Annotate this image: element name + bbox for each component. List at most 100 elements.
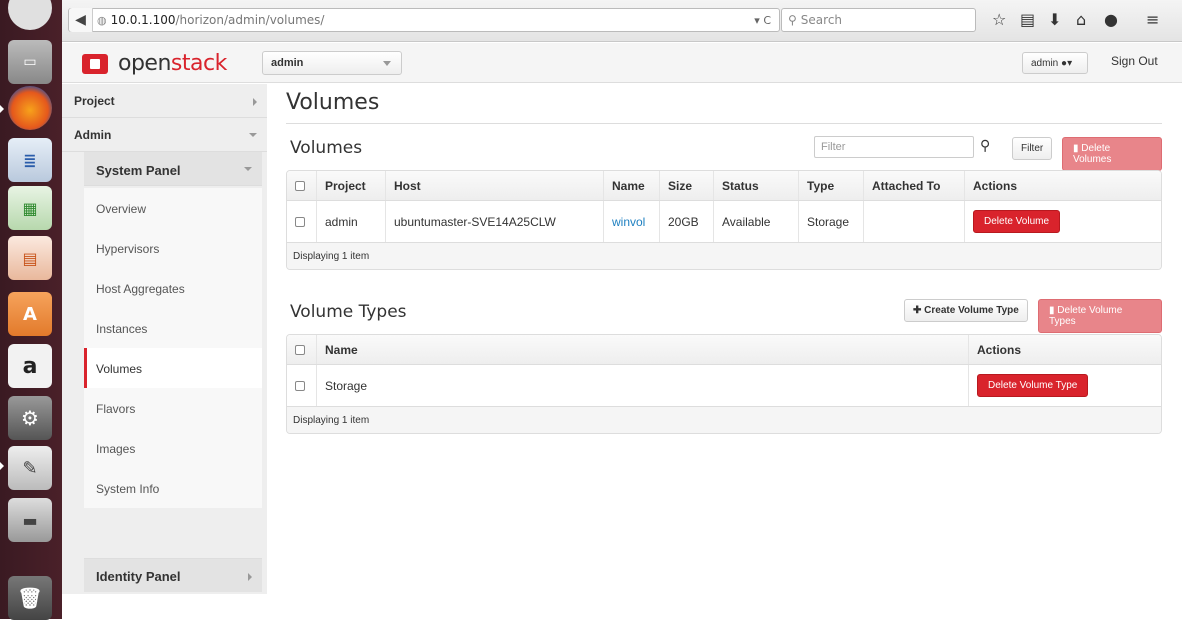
sidebar-item-images[interactable]: Images [84,428,262,468]
sidebar-item-system-info[interactable]: System Info [84,468,262,508]
bookmark-star-icon[interactable]: ☆ [992,10,1006,29]
back-icon[interactable]: ◀ [69,8,93,32]
sign-out-link[interactable]: Sign Out [1111,54,1158,68]
chevron-down-icon [244,167,252,171]
reload-icon[interactable]: ▾ C [754,14,771,27]
home-icon[interactable]: ⌂ [1076,10,1086,29]
dash-home-icon[interactable] [8,0,52,30]
writer-icon[interactable]: ≣ [8,138,52,182]
project-dropdown[interactable]: admin [262,51,402,75]
app-indicator [0,462,4,470]
sidebar-item-host-aggregates[interactable]: Host Aggregates [84,268,262,308]
col-size[interactable]: Size [660,171,714,200]
globe-icon: ◍ [97,13,107,27]
plus-icon: ✚ [913,305,925,316]
filter-button[interactable]: Filter [1012,137,1053,160]
chevron-down-icon [249,133,257,137]
select-all-checkbox[interactable] [295,344,305,355]
sidebar-item-hypervisors[interactable]: Hypervisors [84,228,262,268]
cell-status: Available [714,201,799,242]
table-header: Name Actions [287,335,1161,365]
table-row: Storage Delete Volume Type [287,365,1161,407]
cell-host: ubuntumaster-SVE14A25CLW [386,201,604,242]
url-host: 10.0.1.100 [110,13,176,27]
page-title: Volumes [286,84,1162,124]
create-volume-type-button[interactable]: ✚ Create Volume Type [904,299,1028,322]
search-icon: ⚲ [788,13,797,27]
volumes-table: Project Host Name Size Status Type Attac… [286,170,1162,270]
col-project[interactable]: Project [317,171,386,200]
col-actions: Actions [977,342,1022,357]
trash-icon[interactable]: 🗑 [8,576,52,620]
col-host[interactable]: Host [386,171,604,200]
filter-input[interactable]: Filter [814,136,974,158]
sidebar-admin[interactable]: Admin [62,118,267,152]
reading-list-icon[interactable]: ▤ [1020,10,1035,29]
sidebar-identity-panel[interactable]: Identity Panel [84,558,262,592]
delete-volume-type-button[interactable]: Delete Volume Type [977,374,1089,397]
delete-volume-types-button[interactable]: ▮ Delete Volume Types [1038,299,1162,333]
files-icon[interactable]: ▭ [8,40,52,84]
openstack-logo-icon [82,53,108,74]
sidebar-item-flavors[interactable]: Flavors [84,388,262,428]
active-app-indicator [0,105,4,113]
chevron-right-icon [253,98,257,106]
volume-types-section-title: Volume Types [290,302,407,322]
chat-icon[interactable]: ● [1104,10,1118,29]
text-editor-icon[interactable]: ✎ [8,446,52,490]
calc-icon[interactable]: ▦ [8,186,52,230]
url-bar[interactable]: ◀ ◍ 10.0.1.100 /horizon/admin/volumes/ ▾… [68,8,780,32]
chevron-right-icon [248,573,252,581]
sidebar-system-panel[interactable]: System Panel [84,152,262,186]
table-header: Project Host Name Size Status Type Attac… [287,171,1161,201]
header-bar: openstack admin admin ●▾ Sign Out [62,43,1182,83]
menu-icon[interactable]: ≡ [1146,10,1159,29]
sidebar: Project Admin System Panel Overview Hype… [62,84,267,594]
table-row: admin ubuntumaster-SVE14A25CLW winvol 20… [287,201,1161,243]
col-actions: Actions [973,178,1018,193]
impress-icon[interactable]: ▤ [8,236,52,280]
firefox-icon[interactable] [8,86,52,130]
table-footer: Displaying 1 item [287,407,1161,433]
volume-types-table: Name Actions Storage Delete Volume Type … [286,334,1162,434]
select-all-checkbox[interactable] [295,180,305,191]
browser-search-input[interactable]: ⚲ Search [781,8,976,32]
col-name[interactable]: Name [317,335,969,364]
user-icon: ●▾ [1061,58,1073,69]
col-attached-to[interactable]: Attached To [864,171,965,200]
cell-size: 20GB [660,201,714,242]
cell-attached-to [864,201,965,242]
cell-type: Storage [799,201,864,242]
drive-icon[interactable]: ▬ [8,498,52,542]
amazon-icon[interactable]: a [8,344,52,388]
sidebar-item-volumes[interactable]: Volumes [84,348,262,388]
url-path: /horizon/admin/volumes/ [175,13,325,27]
row-checkbox[interactable] [295,216,305,227]
volumes-section-title: Volumes [290,138,363,158]
chevron-down-icon [383,61,391,66]
sidebar-item-overview[interactable]: Overview [84,188,262,228]
openstack-logo[interactable]: openstack [82,51,227,76]
browser-toolbar: ◀ ◍ 10.0.1.100 /horizon/admin/volumes/ ▾… [62,0,1182,42]
table-footer: Displaying 1 item [287,243,1161,269]
col-type[interactable]: Type [799,171,864,200]
delete-volumes-button[interactable]: ▮ Delete Volumes [1062,137,1162,171]
user-menu[interactable]: admin ●▾ [1022,52,1088,74]
software-center-icon[interactable]: A [8,292,52,336]
sidebar-item-instances[interactable]: Instances [84,308,262,348]
col-name[interactable]: Name [604,171,660,200]
cell-project: admin [317,201,386,242]
download-icon[interactable]: ⬇ [1048,10,1061,29]
system-settings-icon[interactable]: ⚙ [8,396,52,440]
main-content: Volumes Volumes Filter ⚲ Filter ▮ Delete… [286,84,1162,434]
row-checkbox[interactable] [295,380,305,391]
system-panel-items: Overview Hypervisors Host Aggregates Ins… [84,188,262,508]
col-status[interactable]: Status [714,171,799,200]
sidebar-project[interactable]: Project [62,84,267,118]
ubuntu-launcher: ▭ ≣ ▦ ▤ A a ⚙ ✎ ▬ 🗑 [0,0,62,620]
delete-volume-button[interactable]: Delete Volume [973,210,1061,233]
search-icon[interactable]: ⚲ [980,138,990,154]
horizon-page: openstack admin admin ●▾ Sign Out Projec… [62,43,1182,619]
cell-name: Storage [317,365,969,406]
volume-name-link[interactable]: winvol [612,215,645,229]
